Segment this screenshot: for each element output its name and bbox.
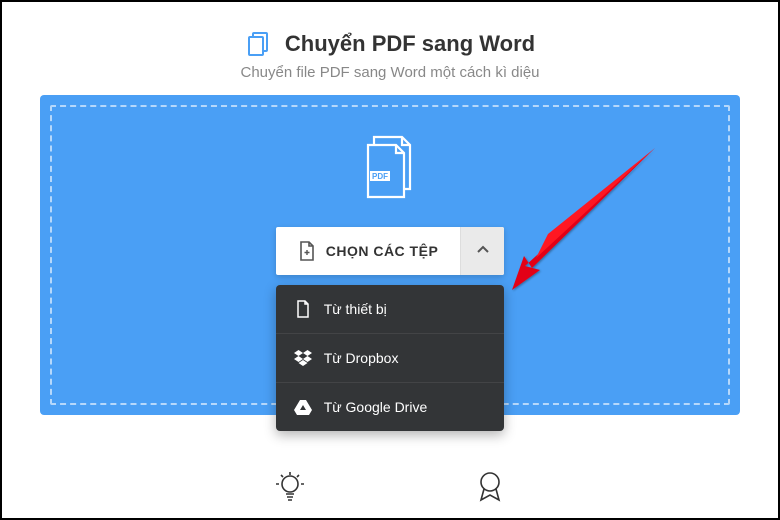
choose-files-toggle[interactable] — [460, 227, 504, 275]
dropdown-item-label: Từ Google Drive — [324, 399, 428, 415]
award-ribbon-icon — [474, 470, 506, 502]
page-header: Chuyển PDF sang Word Chuyển file PDF san… — [10, 10, 770, 95]
dropdown-item-device[interactable]: Từ thiết bị — [276, 285, 505, 334]
pdf-stack-icon: PDF — [356, 133, 424, 205]
choose-files-button[interactable]: CHỌN CÁC TỆP — [276, 227, 505, 275]
svg-text:PDF: PDF — [372, 172, 388, 181]
copy-pages-icon — [245, 30, 273, 58]
chevron-up-icon — [476, 242, 490, 260]
dropdown-item-label: Từ thiết bị — [324, 301, 387, 317]
source-dropdown: Từ thiết bị Từ Dropbox — [276, 285, 505, 431]
dropdown-item-label: Từ Dropbox — [324, 350, 399, 366]
page-subtitle: Chuyển file PDF sang Word một cách kì di… — [10, 64, 770, 81]
file-icon — [294, 300, 312, 318]
lightbulb-icon — [274, 470, 306, 502]
dropbox-icon — [294, 349, 312, 367]
bottom-icon-row — [10, 470, 770, 502]
dropdown-item-dropbox[interactable]: Từ Dropbox — [276, 334, 505, 383]
google-drive-icon — [294, 398, 312, 416]
page-title: Chuyển PDF sang Word — [285, 31, 535, 57]
choose-files-label: CHỌN CÁC TỆP — [326, 243, 439, 259]
choose-files-main[interactable]: CHỌN CÁC TỆP — [276, 227, 461, 275]
dropdown-item-gdrive[interactable]: Từ Google Drive — [276, 383, 505, 431]
file-add-icon — [298, 241, 316, 261]
file-dropzone[interactable]: PDF CHỌN CÁ — [40, 95, 740, 415]
